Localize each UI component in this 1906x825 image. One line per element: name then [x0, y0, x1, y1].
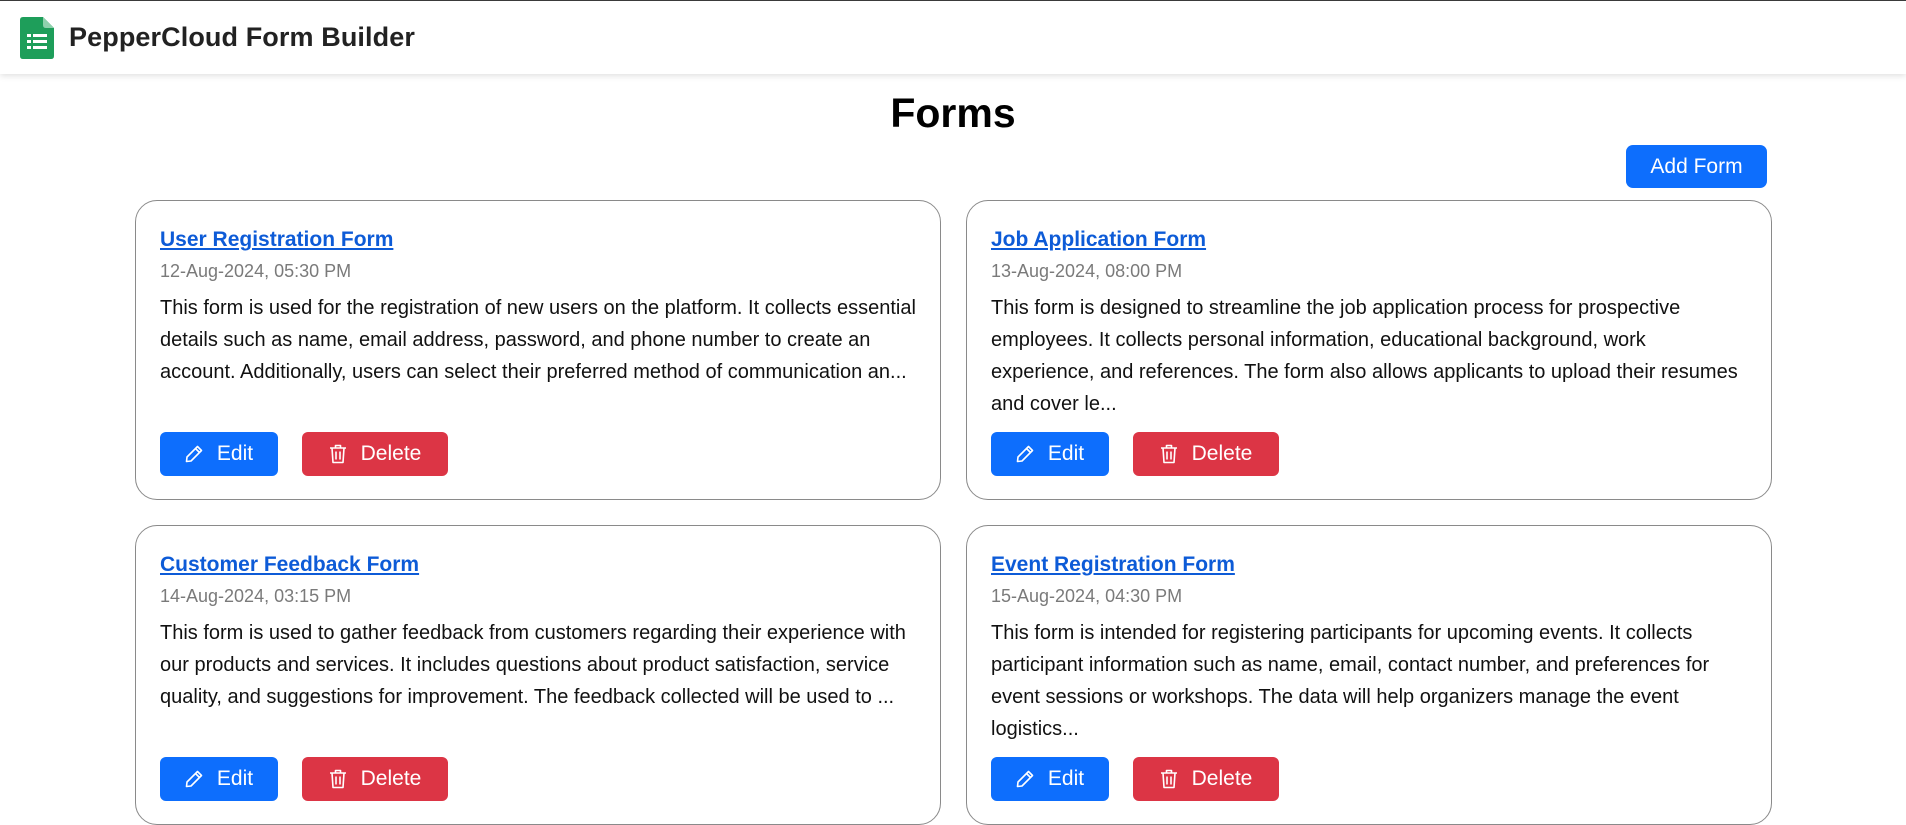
pencil-icon: [1016, 770, 1034, 788]
form-date: 15-Aug-2024, 04:30 PM: [991, 586, 1183, 606]
edit-label: Edit: [1047, 442, 1085, 465]
sheets-icon[interactable]: [20, 16, 54, 59]
pencil-icon: [185, 770, 203, 788]
form-description: This form is designed to streamline the …: [991, 297, 1738, 415]
card-actions: Edit Delete: [991, 432, 1747, 476]
delete-label: Delete: [1191, 442, 1253, 465]
card-actions: Edit Delete: [160, 432, 916, 476]
trash-icon: [1160, 444, 1178, 464]
edit-label: Edit: [216, 767, 254, 790]
delete-button[interactable]: Delete: [302, 757, 448, 801]
trash-icon: [329, 769, 347, 789]
form-title-link[interactable]: Event Registration Form: [991, 550, 1235, 580]
delete-button[interactable]: Delete: [302, 432, 448, 476]
trash-icon: [1160, 769, 1178, 789]
pencil-icon: [185, 445, 203, 463]
form-card: User Registration Form 12-Aug-2024, 05:3…: [135, 200, 941, 500]
form-title-link[interactable]: User Registration Form: [160, 225, 393, 255]
form-card: Job Application Form 13-Aug-2024, 08:00 …: [966, 200, 1772, 500]
form-date: 14-Aug-2024, 03:15 PM: [160, 586, 352, 606]
edit-button[interactable]: Edit: [991, 757, 1109, 801]
app-title[interactable]: PepperCloud Form Builder: [69, 22, 415, 53]
edit-button[interactable]: Edit: [160, 432, 278, 476]
delete-button[interactable]: Delete: [1133, 757, 1279, 801]
delete-button[interactable]: Delete: [1133, 432, 1279, 476]
top-navbar: PepperCloud Form Builder: [0, 0, 1906, 74]
form-description: This form is used for the registration o…: [160, 297, 916, 383]
delete-label: Delete: [360, 442, 422, 465]
form-description: This form is intended for registering pa…: [991, 622, 1710, 740]
card-actions: Edit Delete: [160, 757, 916, 801]
page-title: Forms: [890, 90, 1016, 136]
form-title-link[interactable]: Job Application Form: [991, 225, 1206, 255]
forms-grid: User Registration Form 12-Aug-2024, 05:3…: [135, 200, 1773, 825]
delete-label: Delete: [360, 767, 422, 790]
add-form-button[interactable]: Add Form: [1626, 145, 1767, 188]
pencil-icon: [1016, 445, 1034, 463]
trash-icon: [329, 444, 347, 464]
card-actions: Edit Delete: [991, 757, 1747, 801]
edit-label: Edit: [216, 442, 254, 465]
form-card: Event Registration Form 15-Aug-2024, 04:…: [966, 525, 1772, 825]
edit-button[interactable]: Edit: [991, 432, 1109, 476]
edit-button[interactable]: Edit: [160, 757, 278, 801]
form-description: This form is used to gather feedback fro…: [160, 622, 906, 708]
form-card: Customer Feedback Form 14-Aug-2024, 03:1…: [135, 525, 941, 825]
form-date: 13-Aug-2024, 08:00 PM: [991, 261, 1183, 281]
edit-label: Edit: [1047, 767, 1085, 790]
form-date: 12-Aug-2024, 05:30 PM: [160, 261, 352, 281]
delete-label: Delete: [1191, 767, 1253, 790]
form-title-link[interactable]: Customer Feedback Form: [160, 550, 419, 580]
